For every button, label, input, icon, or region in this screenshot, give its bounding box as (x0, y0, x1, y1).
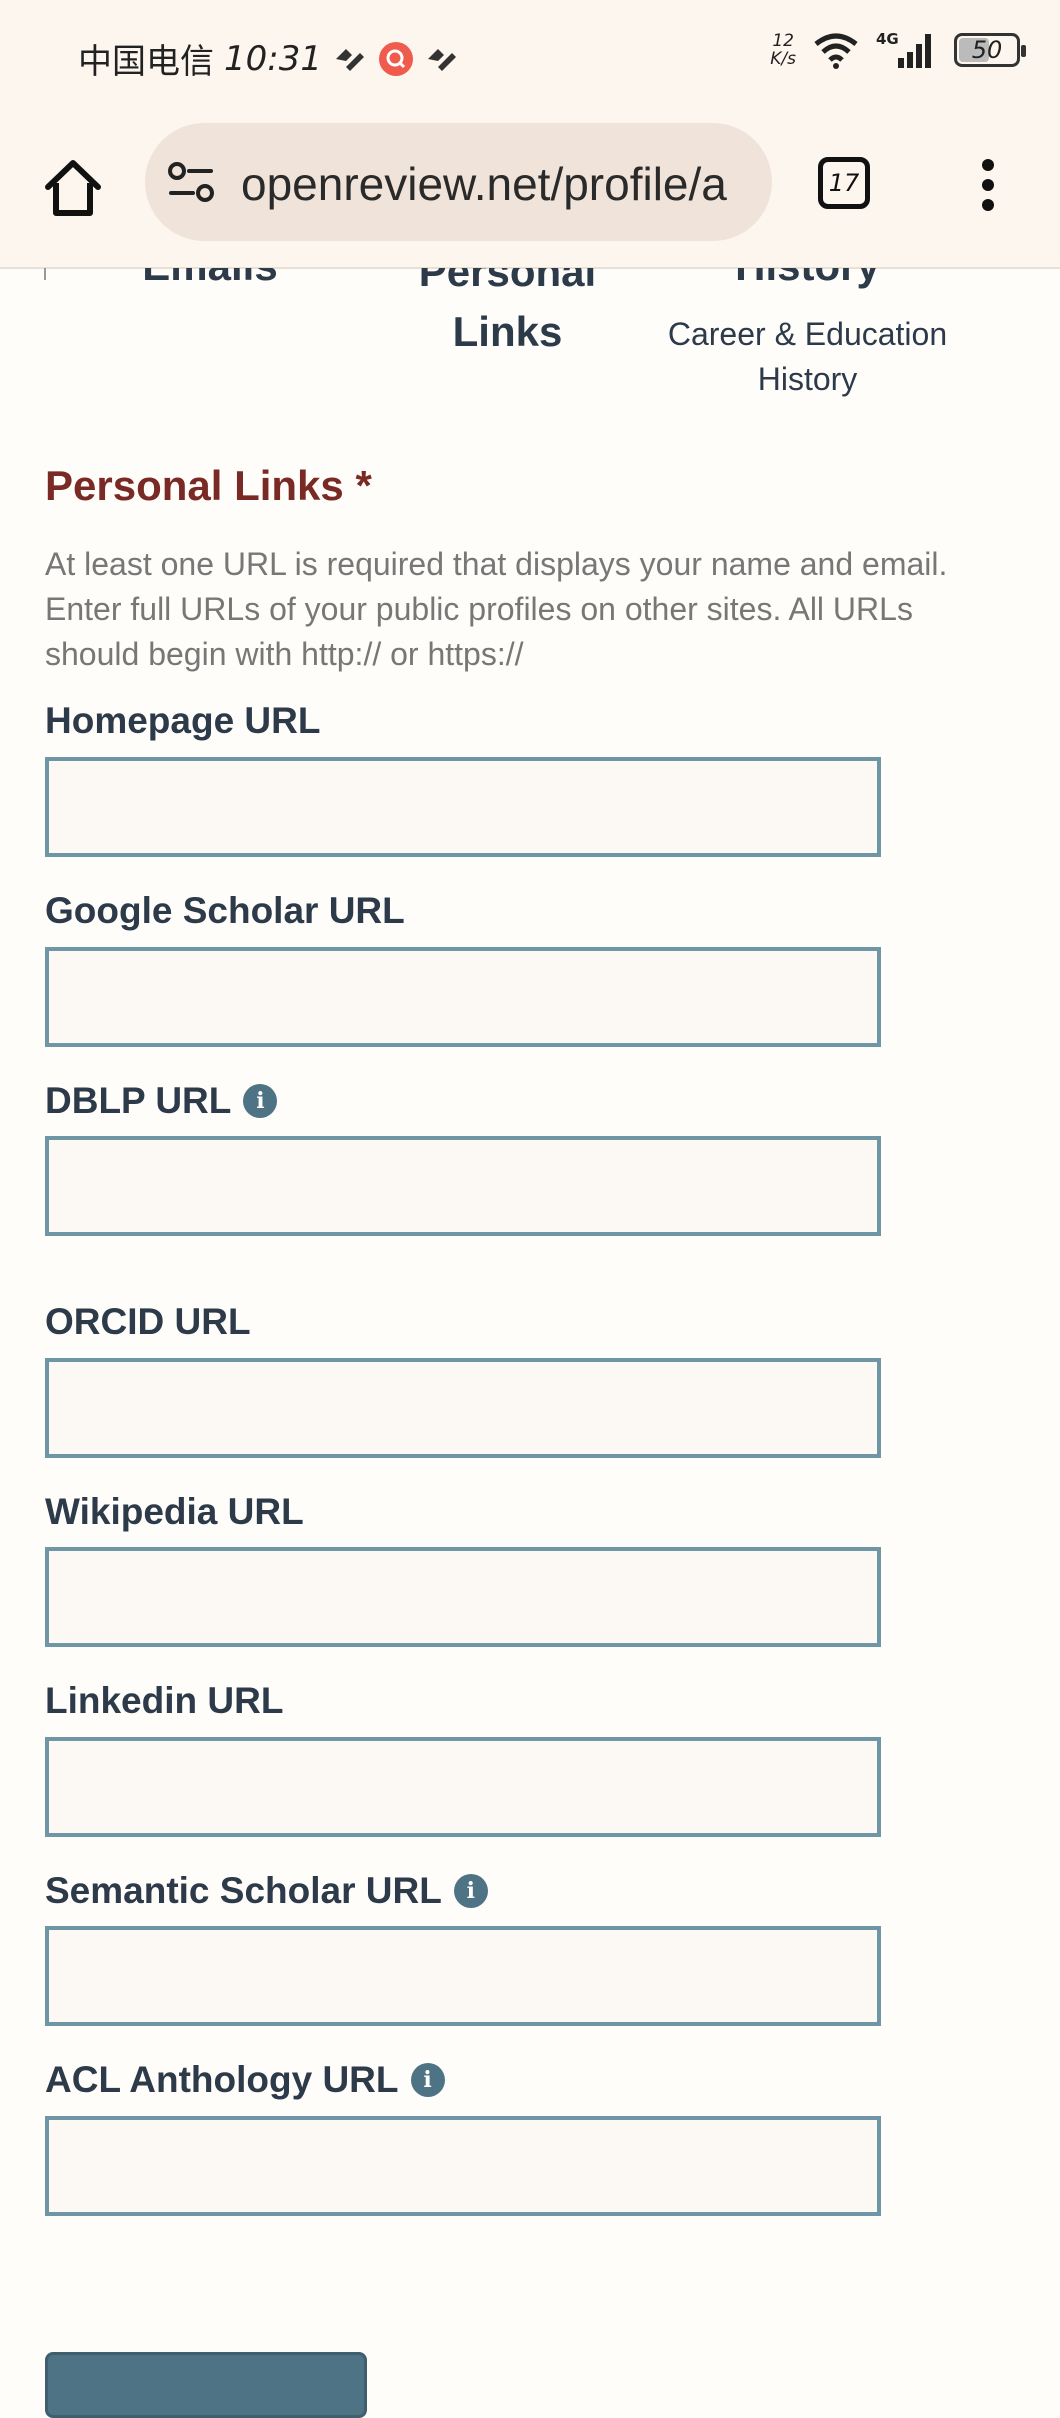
section-title: Personal Links * (45, 462, 372, 509)
app-notification-icon (335, 48, 364, 71)
homepage-url-label-text: Homepage URL (45, 700, 321, 741)
dblp-info-icon[interactable]: i (243, 1084, 278, 1118)
acl-anthology-url-input[interactable] (45, 2116, 881, 2216)
orcid-url-label-text: ORCID URL (45, 1301, 251, 1342)
google-scholar-url-label-text: Google Scholar URL (45, 890, 405, 931)
address-bar[interactable]: openreview.net/profile/a (145, 123, 772, 241)
profile-section-tabs: Emails Personal Links History Career & E… (0, 268, 1060, 418)
dblp-url-label-text: DBLP URL (45, 1080, 232, 1121)
browser-toolbar: openreview.net/profile/a 17 (0, 115, 1060, 269)
acl-anthology-url-label-text: ACL Anthology URL (45, 2059, 399, 2100)
wikipedia-url-label: Wikipedia URL (45, 1491, 304, 1533)
network-speed: 12 K/s (770, 32, 796, 68)
orcid-url-label: ORCID URL (45, 1301, 251, 1343)
svg-text:4G: 4G (876, 30, 899, 48)
tab-emails[interactable]: Emails (80, 268, 340, 290)
battery-icon: 50 (954, 33, 1026, 67)
clock: 10:31 (224, 38, 322, 79)
linkedin-url-label: Linkedin URL (45, 1680, 283, 1722)
tab-personal-links[interactable]: Personal Links (385, 268, 630, 362)
status-right: 12 K/s 4G 50 (770, 30, 1026, 70)
dblp-url-label: DBLP URL i (45, 1080, 278, 1122)
network-speed-value: 12 (772, 31, 794, 51)
section-help-text: At least one URL is required that displa… (45, 546, 948, 672)
network-speed-unit: K/s (770, 49, 796, 69)
wifi-icon (814, 33, 858, 69)
site-info-icon[interactable] (167, 161, 215, 205)
homepage-url-input[interactable] (45, 757, 881, 857)
tab-history-subtitle: Career & Education History (667, 316, 948, 397)
semantic-scholar-url-input[interactable] (45, 1926, 881, 2026)
acl-anthology-url-label: ACL Anthology URL i (45, 2059, 445, 2101)
google-scholar-url-input[interactable] (45, 947, 881, 1047)
status-left: 中国电信 10:31 (78, 34, 460, 83)
tab-switcher-button[interactable]: 17 (818, 157, 870, 209)
home-icon[interactable] (38, 153, 108, 223)
carrier-name: 中国电信 (78, 42, 214, 82)
url-text: openreview.net/profile/a (241, 158, 727, 210)
app-notification-icon-2 (427, 48, 456, 71)
semantic-scholar-info-icon[interactable]: i (453, 1874, 488, 1908)
semantic-scholar-url-label-text: Semantic Scholar URL (45, 1870, 442, 1911)
linkedin-url-input[interactable] (45, 1737, 881, 1837)
tab-count: 17 (828, 169, 860, 197)
wikipedia-url-label-text: Wikipedia URL (45, 1491, 304, 1532)
wikipedia-url-input[interactable] (45, 1547, 881, 1647)
status-bar: 中国电信 10:31 12 K/s 4G 50 (0, 0, 1060, 115)
semantic-scholar-url-label: Semantic Scholar URL i (45, 1870, 488, 1912)
orcid-url-input[interactable] (45, 1358, 881, 1458)
tab-edge-divider (44, 268, 46, 280)
search-app-notification-icon (378, 41, 413, 76)
linkedin-url-label-text: Linkedin URL (45, 1680, 284, 1721)
tab-history[interactable]: History (655, 268, 960, 290)
google-scholar-url-label: Google Scholar URL (45, 890, 405, 932)
dblp-url-input[interactable] (45, 1136, 881, 1236)
battery-level: 50 (971, 36, 1003, 64)
acl-anthology-info-icon[interactable]: i (410, 2063, 445, 2097)
homepage-url-label: Homepage URL (45, 700, 320, 742)
submit-button[interactable] (45, 2352, 367, 2418)
more-menu-icon[interactable] (968, 155, 1008, 215)
cellular-signal-icon: 4G (876, 30, 931, 68)
